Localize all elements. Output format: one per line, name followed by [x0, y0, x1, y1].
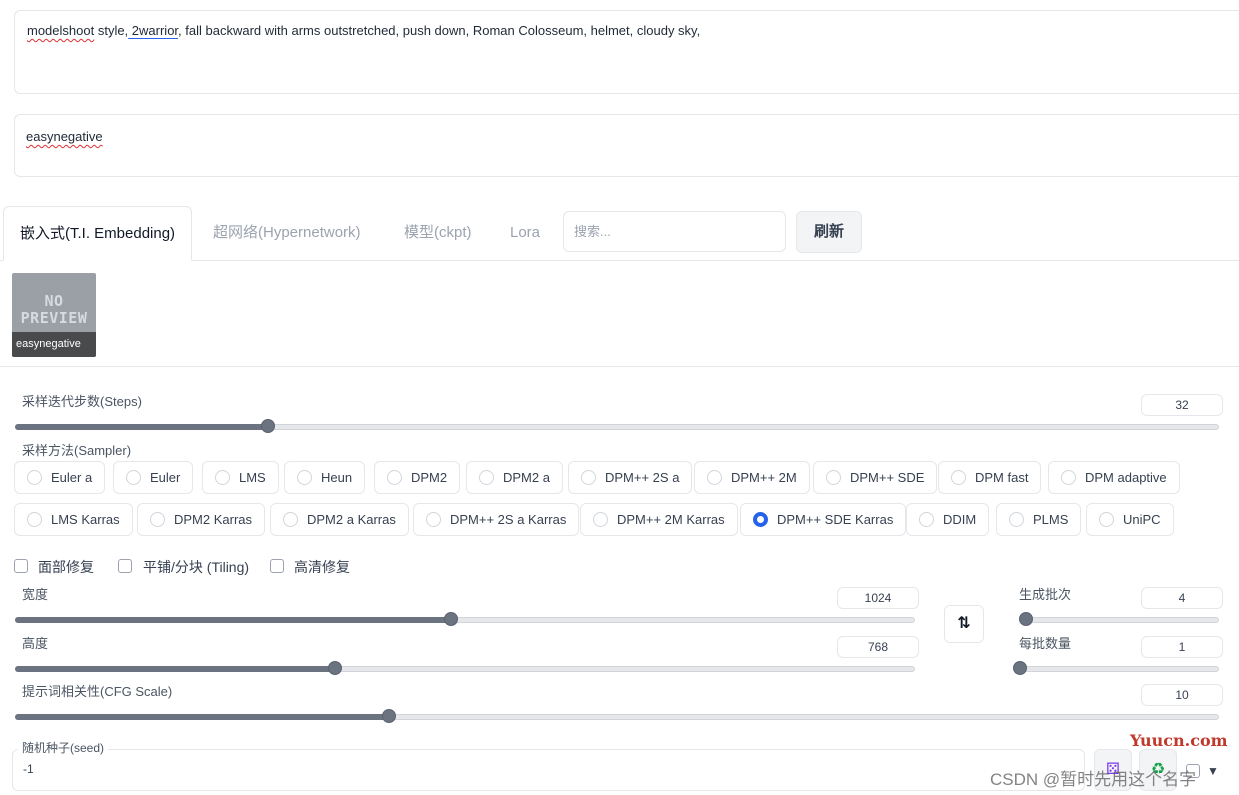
tab-embedding[interactable]: 嵌入式(T.I. Embedding) [3, 206, 193, 261]
positive-prompt-input[interactable]: modelshoot style, 2warrior, fall backwar… [14, 10, 1239, 94]
cfg-scale-slider-thumb[interactable] [382, 709, 397, 723]
swap-dimensions-button[interactable]: ⇅ [944, 605, 984, 643]
sampler-option-unipc[interactable]: UniPC [1086, 503, 1174, 536]
steps-slider[interactable] [15, 419, 1219, 433]
batch-size-slider[interactable] [1013, 661, 1219, 675]
watermark-csdn: CSDN @暂时先用这个名字 [990, 770, 1197, 789]
radio-dot [27, 470, 42, 485]
sampler-label: 采样方法(Sampler) [22, 443, 132, 458]
sampler-option-euler[interactable]: Euler [113, 461, 194, 494]
height-slider-thumb[interactable] [327, 661, 342, 675]
card-name: easynegative [12, 332, 96, 357]
checkbox-box[interactable] [270, 559, 284, 573]
sampler-option-dpmpp-2m-karras[interactable]: DPM++ 2M Karras [580, 503, 738, 536]
sampler-option-dpm2-a[interactable]: DPM2 a [466, 461, 563, 494]
radio-dot [297, 470, 312, 485]
seed-input[interactable]: -1 [12, 749, 1085, 791]
search-input[interactable] [563, 211, 786, 252]
steps-number-input[interactable]: 32 [1141, 394, 1223, 416]
radio-dot [215, 470, 230, 485]
tab-lora[interactable]: Lora [494, 206, 556, 260]
batch-size-number-input[interactable]: 1 [1141, 636, 1223, 658]
watermark-yuucn: Yuucn.com [1130, 731, 1228, 750]
batch-count-label: 生成批次 [1019, 587, 1072, 602]
seed-label: 随机种子(seed) [18, 739, 109, 756]
height-number-input[interactable]: 768 [837, 636, 919, 658]
steps-slider-thumb[interactable] [260, 419, 275, 433]
prompt-word-modelshoot: modelshoot [27, 23, 95, 38]
refresh-button[interactable]: 刷新 [796, 211, 862, 253]
prompt-text-rest: , fall backward with arms outstretched, … [178, 23, 701, 38]
radio-dot [593, 512, 608, 527]
tab-hypernetwork[interactable]: 超网络(Hypernetwork) [197, 206, 377, 260]
sampler-option-heun[interactable]: Heun [284, 461, 366, 494]
radio-dot [1099, 512, 1114, 527]
radio-dot [426, 512, 441, 527]
sampler-option-plms[interactable]: PLMS [996, 503, 1082, 536]
sampler-option-dpmpp-sde-karras[interactable]: DPM++ SDE Karras [740, 503, 907, 536]
tiling-checkbox[interactable]: 平铺/分块 (Tiling) [118, 559, 249, 575]
sampler-option-ddim[interactable]: DDIM [906, 503, 990, 536]
checkbox-box[interactable] [118, 559, 132, 573]
height-slider[interactable] [15, 661, 915, 675]
height-label: 高度 [22, 636, 49, 651]
extra-networks-cards-panel [0, 260, 1239, 367]
radio-dot [126, 470, 141, 485]
sampler-option-dpm2-a-karras[interactable]: DPM2 a Karras [270, 503, 409, 536]
cfg-scale-number-input[interactable]: 10 [1141, 684, 1223, 706]
steps-label: 采样迭代步数(Steps) [22, 394, 142, 409]
batch-size-label: 每批数量 [1019, 636, 1072, 651]
negative-prompt-text: easynegative [26, 129, 103, 144]
radio-dot [283, 512, 298, 527]
batch-count-number-input[interactable]: 4 [1141, 587, 1223, 609]
prompt-word-2warrior: 2warrior [128, 23, 179, 38]
radio-dot [27, 512, 42, 527]
batch-size-slider-thumb[interactable] [1013, 661, 1027, 675]
embedding-card[interactable]: NO PREVIEW easynegative [12, 273, 96, 357]
radio-dot-selected [753, 512, 768, 527]
sampler-option-dpm-fast[interactable]: DPM fast [938, 461, 1042, 494]
sampler-option-euler-a[interactable]: Euler a [14, 461, 106, 494]
radio-dot [479, 470, 494, 485]
swap-vertical-icon: ⇅ [957, 615, 971, 632]
sampler-option-dpm2[interactable]: DPM2 [374, 461, 461, 494]
radio-dot [707, 470, 722, 485]
batch-count-slider[interactable] [1018, 612, 1219, 626]
negative-prompt-input[interactable]: easynegative [14, 114, 1239, 177]
prompt-text-style: style, [94, 23, 129, 38]
width-slider-thumb[interactable] [443, 612, 458, 626]
cfg-scale-label: 提示词相关性(CFG Scale) [22, 684, 173, 699]
radio-dot [581, 470, 596, 485]
sampler-option-dpmpp-sde[interactable]: DPM++ SDE [813, 461, 938, 494]
sampler-option-dpmpp-2s-a-karras[interactable]: DPM++ 2S a Karras [413, 503, 580, 536]
caret-down-icon[interactable]: ▼ [1207, 764, 1219, 778]
width-label: 宽度 [22, 587, 49, 602]
checkbox-box[interactable] [14, 559, 28, 573]
sampler-option-lms-karras[interactable]: LMS Karras [14, 503, 133, 536]
sampler-option-dpm2-karras[interactable]: DPM2 Karras [137, 503, 266, 536]
radio-dot [826, 470, 841, 485]
width-slider[interactable] [15, 612, 915, 626]
width-number-input[interactable]: 1024 [837, 587, 919, 609]
radio-dot [919, 512, 934, 527]
cfg-scale-slider[interactable] [15, 709, 1219, 723]
radio-dot [150, 512, 165, 527]
tab-ckpt[interactable]: 模型(ckpt) [388, 206, 488, 260]
sampler-option-lms[interactable]: LMS [202, 461, 279, 494]
hires-fix-checkbox[interactable]: 高清修复 [270, 559, 350, 575]
batch-count-slider-thumb[interactable] [1018, 612, 1033, 626]
radio-dot [951, 470, 966, 485]
radio-dot [387, 470, 402, 485]
no-preview-image: NO PREVIEW [20, 292, 88, 327]
seed-value: -1 [23, 762, 34, 776]
sampler-option-dpm-adaptive[interactable]: DPM adaptive [1048, 461, 1180, 494]
restore-faces-checkbox[interactable]: 面部修复 [14, 559, 94, 575]
radio-dot [1009, 512, 1024, 527]
sampler-option-dpmpp-2s-a[interactable]: DPM++ 2S a [568, 461, 693, 494]
radio-dot [1061, 470, 1076, 485]
sampler-option-dpmpp-2m[interactable]: DPM++ 2M [694, 461, 810, 494]
